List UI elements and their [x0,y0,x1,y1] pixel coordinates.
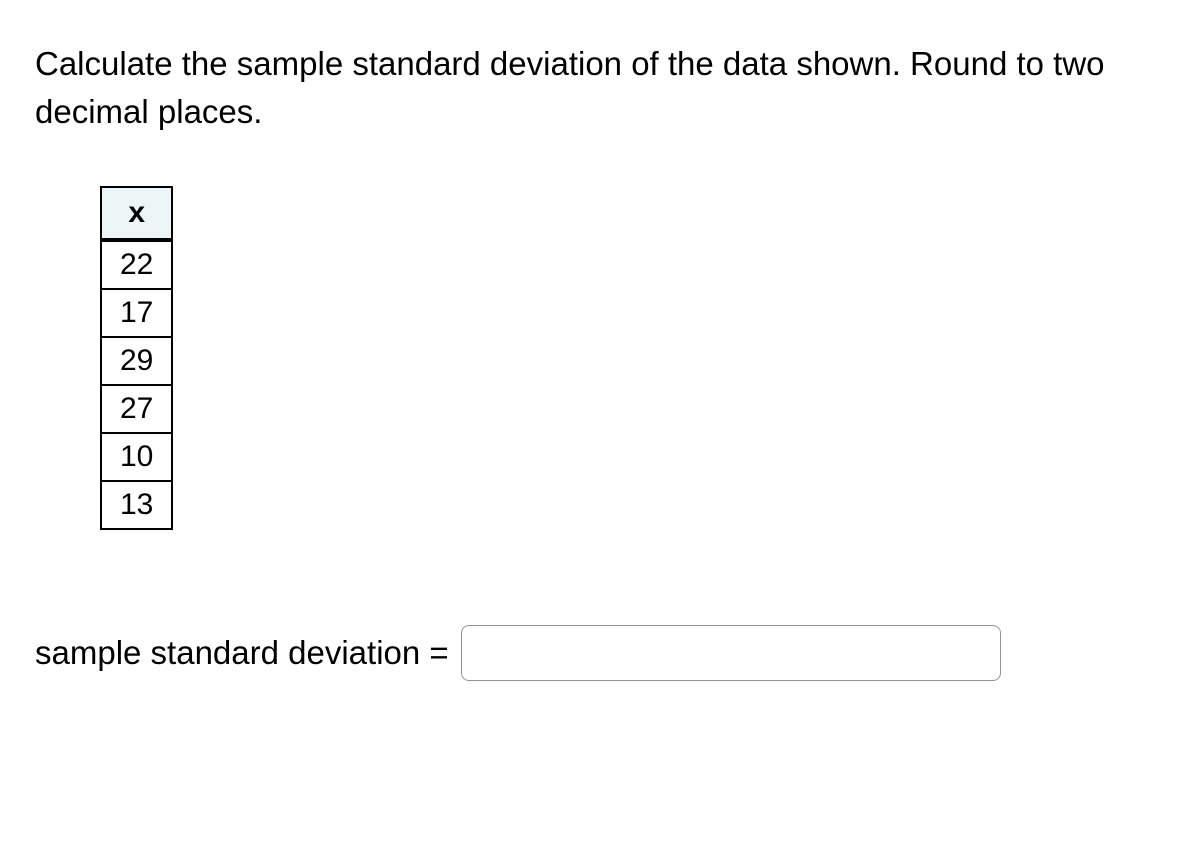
question-container: Calculate the sample standard deviation … [0,0,1200,721]
answer-row: sample standard deviation = [35,625,1165,681]
answer-label: sample standard deviation = [35,634,449,672]
table-cell: 17 [101,289,172,337]
table-cell: 27 [101,385,172,433]
table-cell: 22 [101,240,172,289]
answer-input[interactable] [461,625,1001,681]
data-table: x 22 17 29 27 10 13 [100,186,173,530]
table-header-x: x [101,187,172,240]
table-cell: 13 [101,481,172,529]
table-cell: 10 [101,433,172,481]
table-cell: 29 [101,337,172,385]
question-prompt: Calculate the sample standard deviation … [35,40,1165,136]
